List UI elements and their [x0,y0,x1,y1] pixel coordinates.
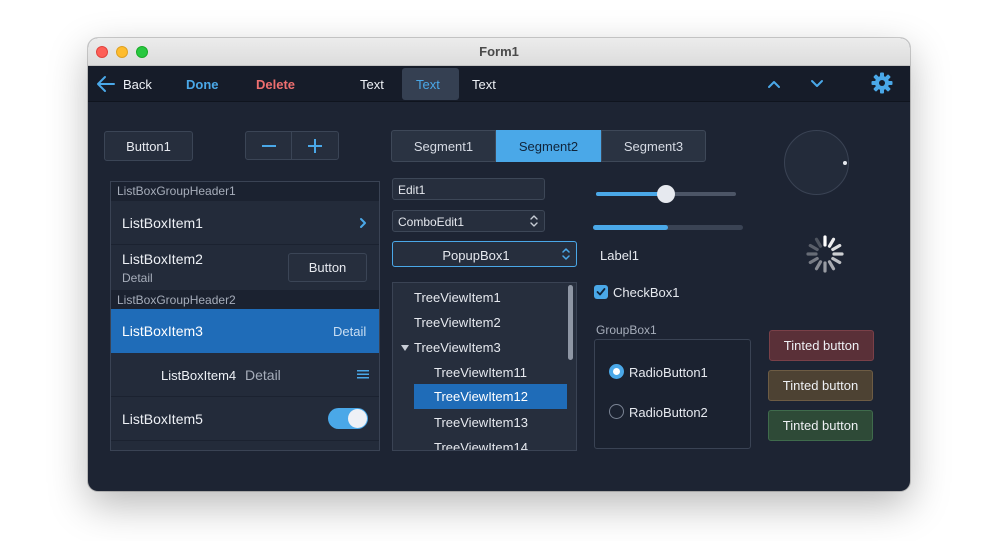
tab-text-3[interactable]: Text [464,68,514,100]
tree-item-13[interactable]: TreeViewItem13 [434,410,528,435]
segment-1[interactable]: Segment1 [391,130,496,162]
tree-item-11[interactable]: TreeViewItem11 [434,360,527,385]
listbox-group-header-2: ListBoxGroupHeader2 [111,291,379,309]
tinted-button-brown[interactable]: Tinted button [768,370,873,401]
tab-text-3-label: Text [472,77,496,92]
edit1-input[interactable]: Edit1 [392,178,545,200]
listbox-item-3[interactable]: ListBoxItem3 Detail [111,309,379,353]
app-window: Form1 Back Done Delete Text Text Text Bu… [88,38,910,491]
radio-button-1[interactable]: RadioButton1 [609,364,739,380]
delete-button[interactable]: Delete [256,77,295,92]
back-button[interactable]: Back [94,72,158,96]
title-bar: Form1 [88,38,910,66]
checkbox1-box[interactable] [594,285,608,299]
tinted-button-red[interactable]: Tinted button [769,330,874,361]
groupbox1-title: GroupBox1 [596,323,657,337]
radio-button-2-label: RadioButton2 [629,405,708,420]
groupbox1: RadioButton1 RadioButton2 [594,339,751,449]
progress-fill [593,225,668,230]
updown-icon[interactable] [529,214,539,228]
done-button[interactable]: Done [186,77,219,92]
comboedit1-value: ComboEdit1 [398,215,465,229]
tab-text-2[interactable]: Text [402,68,459,100]
listbox-item-3-detail: Detail [333,324,367,339]
gear-icon[interactable] [871,72,893,94]
window-title: Form1 [479,44,519,59]
listbox-item-4-title: ListBoxItem4 [161,368,237,383]
segment-3[interactable]: Segment3 [601,130,706,162]
toolbar: Back Done Delete Text Text Text [88,66,910,102]
tab-text-2-label: Text [416,77,440,92]
listbox-item-2-title: ListBoxItem2 [122,251,203,267]
listbox: ListBoxGroupHeader1 ListBoxItem1 ListBox… [110,181,380,451]
expand-triangle-icon[interactable] [401,345,409,351]
segment-2[interactable]: Segment2 [496,130,601,162]
stepper-plus-button[interactable] [291,131,339,160]
tree-item-2[interactable]: TreeViewItem2 [414,310,501,335]
treeview-scrollbar[interactable] [568,285,573,360]
listbox-item-3-title: ListBoxItem3 [122,323,203,339]
chevron-right-icon [360,218,366,228]
back-label: Back [123,77,152,92]
checkbox1[interactable]: CheckBox1 [594,284,694,300]
label1: Label1 [600,248,640,263]
radio-button-2-dot[interactable] [609,404,624,419]
listbox-item-1[interactable]: ListBoxItem1 [111,201,379,245]
check-icon [596,288,606,296]
listbox-item-5[interactable]: ListBoxItem5 [111,397,379,441]
popupbox1-value: PopupBox1 [442,248,510,263]
back-arrow-icon [97,76,115,92]
radio-button-2[interactable]: RadioButton2 [609,404,739,420]
treeview: TreeViewItem1 TreeViewItem2 TreeViewItem… [392,282,577,451]
radio-button-1-label: RadioButton1 [629,365,708,380]
tab-text-1-label: Text [360,77,384,92]
chevron-down-icon[interactable] [810,79,824,89]
trackbar[interactable] [596,182,736,206]
tree-item-3[interactable]: TreeViewItem3 [414,335,501,360]
arc-dial[interactable] [784,130,849,195]
tree-item-12[interactable]: TreeViewItem12 [414,384,567,409]
listbox-item-5-switch[interactable] [328,408,368,429]
switch-knob [348,409,367,428]
listbox-item-4-detail: Detail [245,367,281,383]
trackbar-fill [596,192,666,196]
popupbox1[interactable]: PopupBox1 [392,241,577,267]
listbox-item-2-detail: Detail [122,271,153,285]
listbox-item-4[interactable]: ListBoxItem4 Detail [111,353,379,397]
button1[interactable]: Button1 [104,131,193,161]
arc-dial-indicator [843,161,847,165]
tinted-button-green[interactable]: Tinted button [768,410,873,441]
listbox-item-1-title: ListBoxItem1 [122,215,203,231]
listbox-group-header-1: ListBoxGroupHeader1 [111,182,379,201]
minus-icon [261,144,276,147]
updown-icon [562,248,570,260]
spinner-icon [806,235,844,273]
tree-item-1[interactable]: TreeViewItem1 [414,285,501,310]
progress-bar [593,225,743,230]
radio-button-1-dot[interactable] [609,364,624,379]
chevron-up-icon[interactable] [767,79,781,89]
tree-item-14[interactable]: TreeViewItem14 [434,435,528,450]
plus-icon [308,138,322,153]
stepper-minus-button[interactable] [245,131,292,160]
checkbox1-label: CheckBox1 [613,285,680,300]
trackbar-thumb[interactable] [657,185,675,203]
comboedit1[interactable]: ComboEdit1 [392,210,545,232]
listbox-item-2-button[interactable]: Button [288,253,367,282]
listbox-item-2[interactable]: ListBoxItem2 Detail Button [111,245,379,291]
hamburger-icon[interactable] [357,370,369,379]
listbox-item-5-title: ListBoxItem5 [122,411,203,427]
